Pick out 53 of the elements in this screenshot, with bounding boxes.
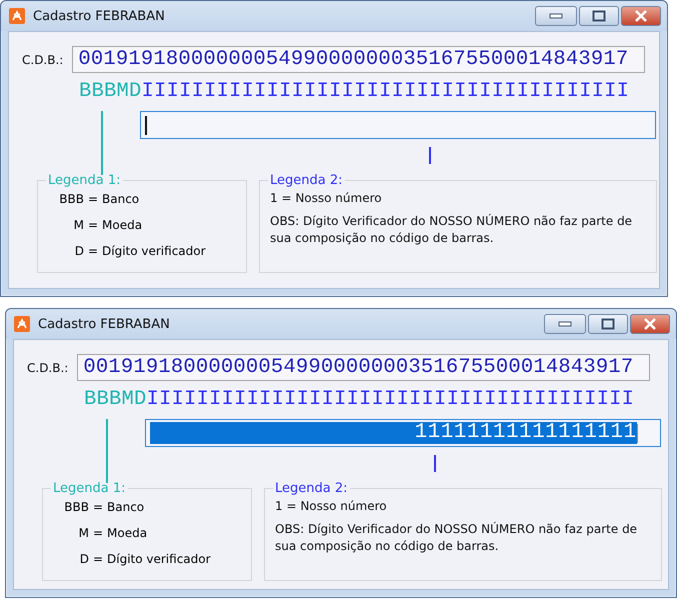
minimize-button[interactable] <box>544 314 586 334</box>
cdb-label: C.D.B.: <box>27 360 68 374</box>
window-title: Cadastro FEBRABAN <box>33 8 166 24</box>
group-title: Legenda 2: <box>269 173 344 188</box>
code-label: BBBMD <box>84 389 147 411</box>
nosso-numero-field[interactable]: 11111111111111111 <box>145 419 661 447</box>
minimize-icon <box>558 321 572 327</box>
legend-text: OBS: Dígito Verificador do NOSSO NÚMERO não faz parte de sua composição no código de barras. <box>270 213 634 247</box>
selected-text: 11111111111111111 <box>150 422 636 444</box>
legend-code: D <box>78 551 89 568</box>
legend-meaning: Moeda <box>102 217 144 234</box>
cdb-field[interactable]: 00191918000000054990000000351675500014843917 <box>77 354 650 381</box>
legend-meaning: Banco <box>107 499 146 516</box>
legend-text: OBS: Dígito Verificador do NOSSO NÚMERO não faz parte de sua composição no código de barras. <box>275 521 638 555</box>
maximize-icon <box>592 10 606 22</box>
app-icon <box>14 316 30 332</box>
legend-meaning: Dígito verificador <box>107 551 212 568</box>
equals-sign: = <box>86 243 100 260</box>
code-label: IIIIIIIIIIIIIIIIIIIIIIIIIIIIIIIIIIIIIII <box>146 389 634 411</box>
nosso-numero-field[interactable] <box>140 111 656 139</box>
equals-sign: = <box>92 499 104 516</box>
legend-meaning: Dígito verificador <box>102 243 207 260</box>
legend-meaning: Moeda <box>107 525 148 542</box>
close-icon <box>634 10 648 22</box>
group-title: Legenda 1: <box>47 173 122 188</box>
minimize-button[interactable] <box>535 6 577 26</box>
legend-code: D <box>74 243 84 260</box>
legend-meaning: Banco <box>102 191 140 208</box>
code-label: IIIIIIIIIIIIIIIIIIIIIIIIIIIIIIIIIIIIIII <box>142 81 630 103</box>
maximize-button[interactable] <box>588 314 628 334</box>
legend-code: BBB <box>63 499 89 516</box>
cdb-label: C.D.B.: <box>22 52 64 66</box>
close-button[interactable] <box>621 6 661 26</box>
legend-code: BBB <box>58 191 84 208</box>
maximize-icon <box>601 318 615 330</box>
group-title: Legenda 2: <box>274 481 349 496</box>
legend-code: M <box>78 525 89 542</box>
cdb-field[interactable]: 00191918000000054990000000351675500014843917 <box>72 46 646 73</box>
equals-sign: = <box>92 525 104 542</box>
minimize-icon <box>549 13 563 19</box>
equals-sign: = <box>92 551 104 568</box>
equals-sign: = <box>86 217 100 234</box>
group-title: Legenda 1: <box>52 481 127 496</box>
equals-sign: = <box>86 191 100 208</box>
close-button[interactable] <box>630 314 670 334</box>
legend-code: M <box>72 217 84 234</box>
window-title: Cadastro FEBRABAN <box>38 316 171 332</box>
legend-text: 1 = Nosso número <box>270 190 383 207</box>
code-label: BBBMD <box>79 81 142 103</box>
app-icon <box>9 8 25 24</box>
close-icon <box>643 318 657 330</box>
legend-text: 1 = Nosso número <box>275 498 388 515</box>
maximize-button[interactable] <box>579 6 619 26</box>
